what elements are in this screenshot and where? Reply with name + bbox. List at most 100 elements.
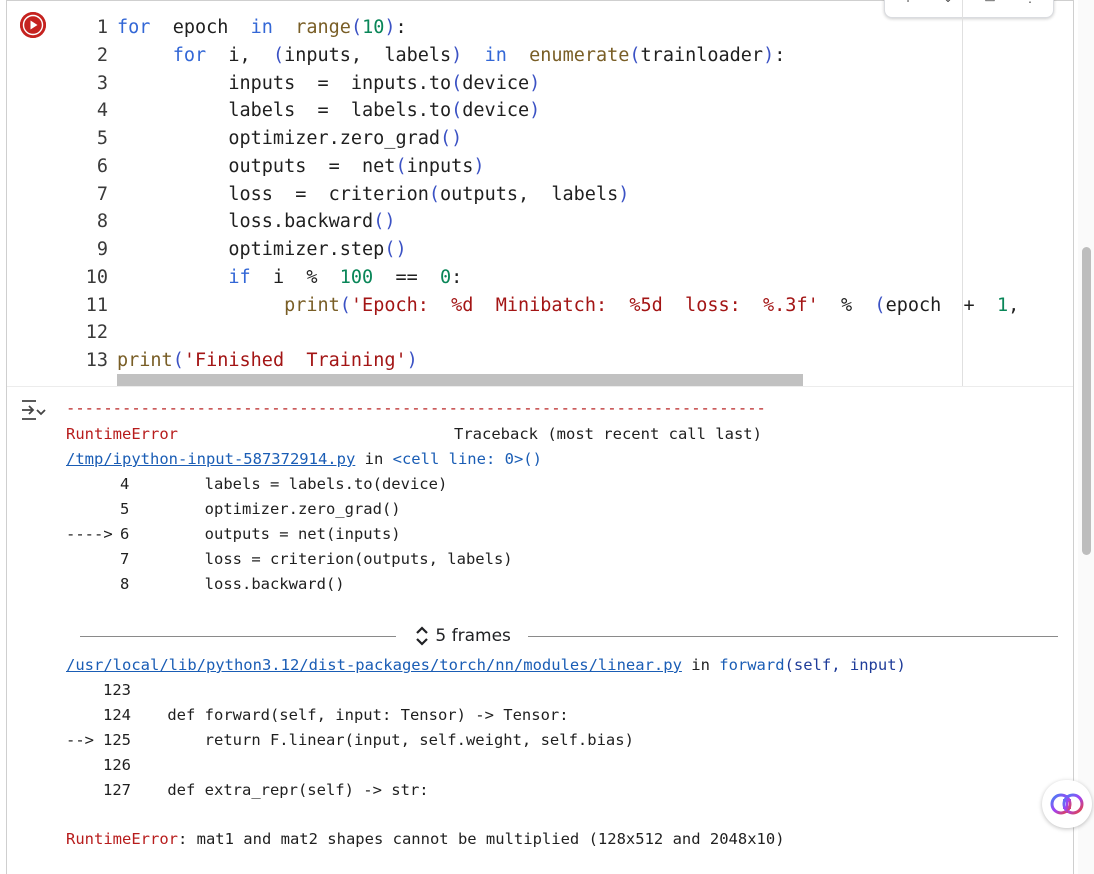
code-line[interactable]: for i, (inputs, labels) in enumerate(tra… <box>117 42 786 69</box>
final-error-type: RuntimeError <box>66 830 178 848</box>
traceback-file-line-2: /usr/local/lib/python3.12/dist-packages/… <box>66 653 906 678</box>
code-token: inputs <box>406 155 474 177</box>
code-token: ) <box>451 44 463 66</box>
frames-rule-left <box>80 636 396 637</box>
code-line[interactable]: outputs = net(inputs) <box>117 153 485 180</box>
traceback-arrow <box>66 472 113 497</box>
code-token: inputs, labels <box>284 44 452 66</box>
traceback-code: def extra_repr(self) -> str: <box>130 781 429 799</box>
line-number: 13 <box>85 350 108 371</box>
code-token: in <box>250 17 273 38</box>
traceback-line-number: 7 <box>120 550 130 568</box>
line-number: 7 <box>96 183 108 205</box>
code-line[interactable]: loss = criterion(outputs, labels) <box>117 181 629 208</box>
code-token: inputs = inputs.to <box>117 72 452 94</box>
line-number: 8 <box>96 211 108 233</box>
code-line[interactable]: loss.backward() <box>117 208 395 235</box>
line-number: 3 <box>96 72 108 94</box>
code-token: device <box>462 100 530 122</box>
vertical-scrollbar-thumb[interactable] <box>1082 247 1091 555</box>
traceback-code: def forward(self, input: Tensor) -> Tens… <box>130 706 569 724</box>
output-divider <box>7 386 1073 387</box>
code-token: : <box>395 17 407 38</box>
cell-line-label: <cell line: 0> <box>392 450 524 468</box>
traceback-file-link-2[interactable]: /usr/local/lib/python3.12/dist-packages/… <box>66 656 682 674</box>
more-icon[interactable]: ⋮ <box>1019 0 1041 5</box>
code-token: ) <box>529 100 541 122</box>
code-token: ) <box>406 350 418 371</box>
arrow-down-icon[interactable]: ⌄ <box>937 0 959 5</box>
code-token: ( <box>272 44 285 66</box>
code-token: print <box>284 294 340 316</box>
traceback-line-number: 126 <box>103 756 131 774</box>
code-token: () <box>384 239 407 260</box>
cell-parens: () <box>523 450 542 468</box>
code-token: range <box>295 17 351 38</box>
traceback-divider: ----------------------------------------… <box>66 399 766 417</box>
code-token: optimizer.step <box>117 239 385 260</box>
final-error-line: RuntimeError: mat1 and mat2 shapes canno… <box>66 827 785 852</box>
code-token: epoch <box>150 17 251 38</box>
code-token: 10 <box>362 17 385 38</box>
code-line[interactable]: inputs = inputs.to(device) <box>117 70 540 97</box>
gemini-icon <box>1050 793 1084 815</box>
code-line[interactable]: labels = labels.to(device) <box>117 97 540 124</box>
traceback-arrow <box>66 753 103 778</box>
code-token: ) <box>473 155 485 177</box>
traceback-line-number: 5 <box>120 500 130 518</box>
line-number: 5 <box>96 128 108 149</box>
code-token: ) <box>529 72 541 94</box>
traceback-line-number: 124 <box>103 706 131 724</box>
traceback-code: outputs = net(inputs) <box>130 525 401 543</box>
code-line[interactable]: optimizer.zero_grad() <box>117 125 462 152</box>
function-name: forward <box>719 656 785 674</box>
code-token: loss.backward <box>117 211 374 233</box>
traceback-arrow <box>66 678 103 703</box>
function-args: (self, input) <box>784 656 906 674</box>
in-keyword: in <box>355 450 393 468</box>
code-line[interactable]: optimizer.step() <box>117 236 407 263</box>
final-error-message: : mat1 and mat2 shapes cannot be multipl… <box>177 830 785 848</box>
traceback-label: Traceback (most recent call last) <box>454 425 762 443</box>
code-token: trainloader <box>640 44 764 66</box>
code-token: ( <box>350 17 363 38</box>
line-number: 9 <box>96 239 108 260</box>
line-number: 4 <box>96 100 108 122</box>
line-number: 6 <box>96 155 108 177</box>
code-token: for <box>117 17 151 38</box>
traceback-arrow: ----> <box>66 525 122 543</box>
horizontal-scrollbar[interactable] <box>117 374 803 386</box>
code-token: i % <box>250 266 340 288</box>
code-token: loss = criterion <box>117 183 429 205</box>
code-line[interactable]: for epoch in range(10): <box>117 14 407 41</box>
gemini-button[interactable] <box>1042 780 1092 828</box>
frames-rule-right <box>528 636 1058 637</box>
delete-icon[interactable]: ▭ <box>979 0 1001 5</box>
code-token: optimizer.zero_grad <box>117 128 441 149</box>
code-token: == <box>373 266 441 288</box>
line-number: 12 <box>85 322 108 344</box>
code-line[interactable]: if i % 100 == 0: <box>117 264 462 291</box>
traceback-arrow <box>66 547 113 572</box>
code-token: 100 <box>339 266 374 288</box>
code-token: in <box>484 44 507 66</box>
code-line[interactable]: print('Epoch: %d Minibatch: %5d loss: %.… <box>117 292 1019 319</box>
arrow-up-icon[interactable]: ↑ <box>897 0 919 5</box>
output-toggle-icon[interactable] <box>20 398 46 422</box>
frames-toggle[interactable]: 5 frames <box>414 624 511 650</box>
line-number: 2 <box>96 44 108 66</box>
code-token: 0 <box>440 266 452 288</box>
frames-label: 5 frames <box>435 626 511 646</box>
code-token: outputs = net <box>117 155 396 177</box>
traceback-file-link[interactable]: /tmp/ipython-input-587372914.py <box>66 450 355 468</box>
code-token: () <box>373 211 396 233</box>
line-number: 11 <box>85 294 108 316</box>
error-type: RuntimeError <box>66 425 178 443</box>
code-line[interactable]: print('Finished Training') <box>117 347 418 374</box>
code-token: ( <box>451 100 463 122</box>
code-token: ) <box>384 17 396 38</box>
